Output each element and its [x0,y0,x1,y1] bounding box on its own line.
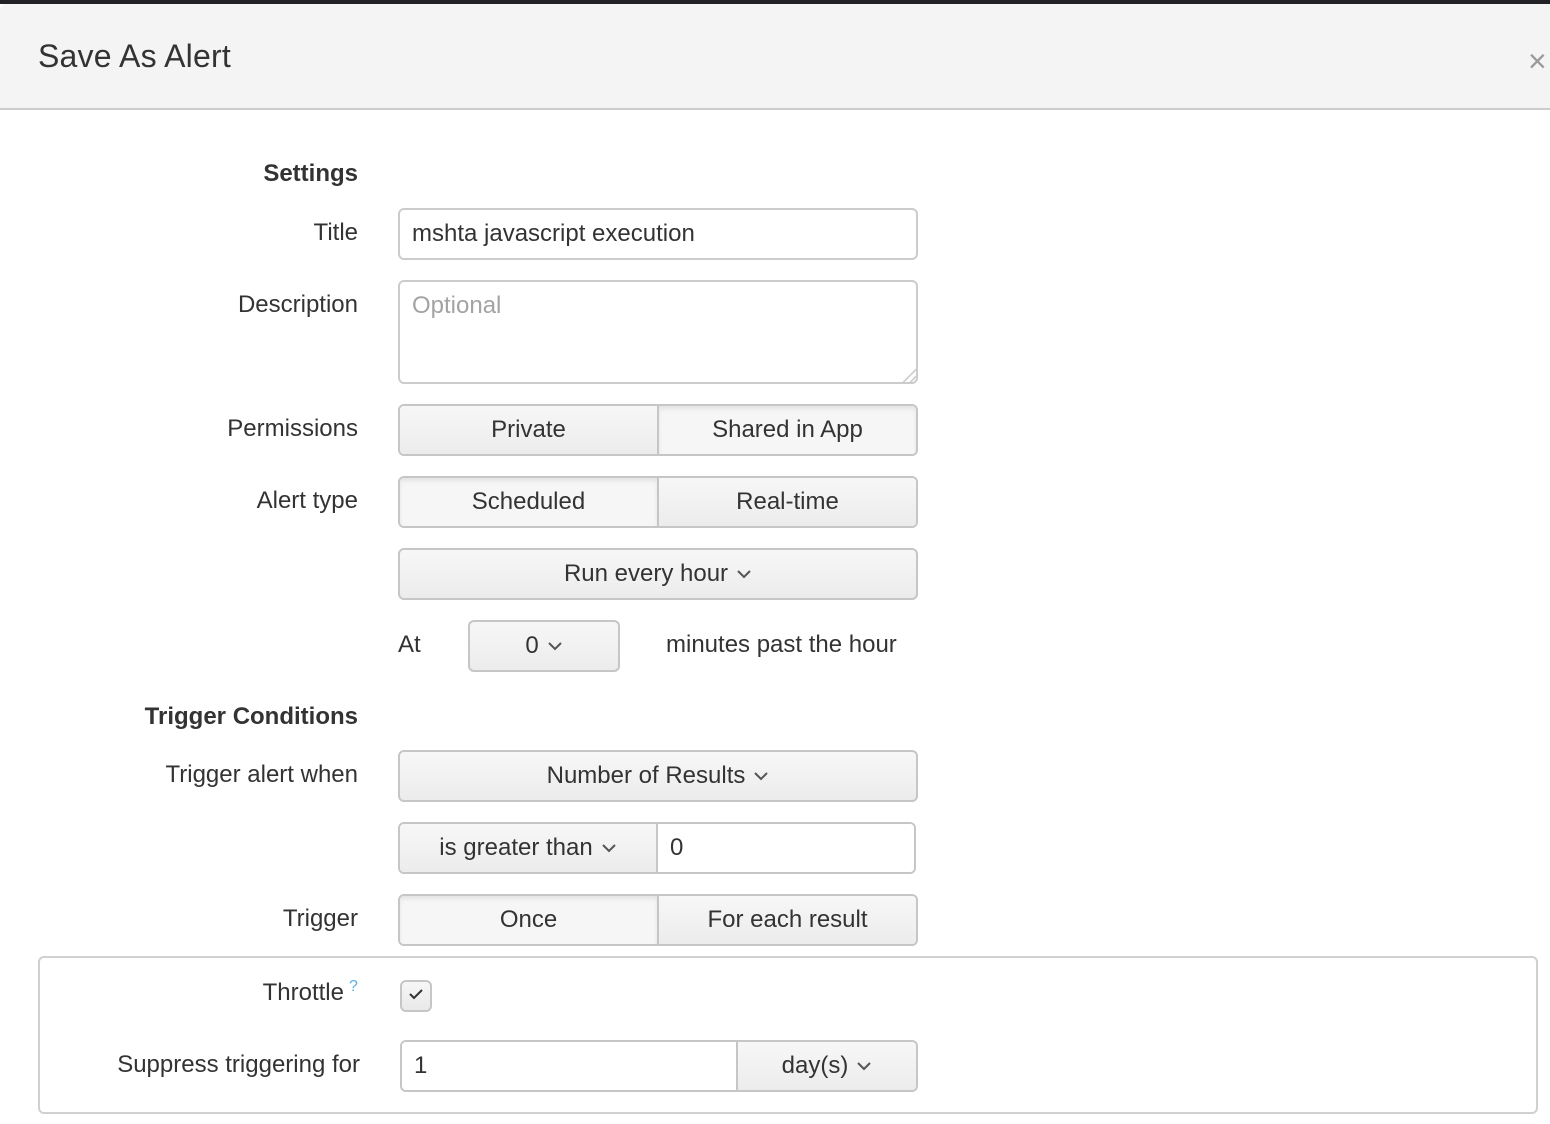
suppress-unit-value: day(s) [781,1052,849,1079]
suppress-group: day(s) [400,1040,918,1092]
resize-handle[interactable] [902,368,916,382]
title-input[interactable] [398,208,918,260]
settings-section-label: Settings [263,160,358,187]
description-label: Description [237,291,358,318]
chevron-down-icon [753,770,769,782]
chevron-down-icon [601,842,617,854]
help-icon[interactable]: ? [349,978,358,996]
chevron-down-icon [736,568,752,580]
minutes-past-hour-text: minutes past the hour [666,631,897,658]
throttle-label: Throttle [262,979,344,1006]
trigger-when-label: Trigger alert when [165,761,358,788]
comparison-value: is greater than [439,834,593,861]
trigger-once-button[interactable]: Once [400,896,657,944]
permissions-label: Permissions [227,415,358,442]
alert-type-realtime-button[interactable]: Real-time [657,478,916,526]
trigger-each-result-button[interactable]: For each result [657,896,916,944]
alert-type-label: Alert type [256,487,358,514]
throttle-checkbox[interactable] [400,980,432,1012]
suppress-unit-dropdown[interactable]: day(s) [738,1042,916,1090]
permission-shared-button[interactable]: Shared in App [657,406,916,454]
description-wrapper [398,280,918,384]
checkmark-icon [407,987,425,1006]
comparison-group: is greater than [398,822,916,874]
trigger-label: Trigger [282,905,358,932]
permissions-toggle: Private Shared in App [398,404,918,456]
alert-type-scheduled-button[interactable]: Scheduled [400,478,657,526]
minute-value: 0 [525,632,539,659]
at-label: At [398,631,421,658]
trigger-condition-value: Number of Results [546,762,746,789]
suppress-value-input[interactable] [402,1042,738,1090]
trigger-toggle: Once For each result [398,894,918,946]
chevron-down-icon [547,640,563,652]
schedule-dropdown[interactable]: Run every hour [398,548,918,600]
trigger-condition-dropdown[interactable]: Number of Results [398,750,918,802]
trigger-conditions-section-label: Trigger Conditions [144,703,358,730]
comparison-dropdown[interactable]: is greater than [400,824,656,872]
modal-title: Save As Alert [38,38,231,74]
chevron-down-icon [856,1060,872,1072]
modal-header: Save As Alert × [0,4,1550,110]
title-label: Title [313,219,358,246]
threshold-input[interactable] [656,824,914,872]
close-button[interactable]: × [1528,43,1550,79]
close-icon: × [1528,43,1547,79]
permission-private-button[interactable]: Private [400,406,657,454]
schedule-value: Run every hour [563,560,729,587]
minute-dropdown[interactable]: 0 [468,620,620,672]
suppress-label: Suppress triggering for [117,1051,360,1078]
description-textarea[interactable] [398,280,918,384]
alert-type-toggle: Scheduled Real-time [398,476,918,528]
